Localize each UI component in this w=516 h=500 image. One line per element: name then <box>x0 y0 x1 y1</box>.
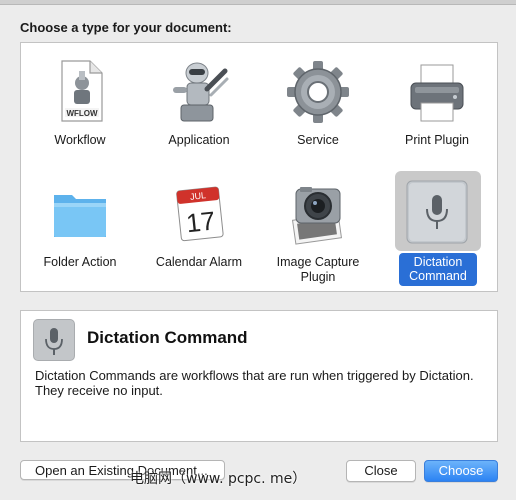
type-label: Application <box>168 133 230 147</box>
type-workflow[interactable]: WFLOW Workflow <box>21 49 139 167</box>
description-text: Dictation Commands are workflows that ar… <box>35 368 474 398</box>
description-title: Dictation Command <box>87 328 248 347</box>
type-folder-action[interactable]: Folder Action <box>21 171 139 289</box>
workflow-document-icon: WFLOW <box>48 59 112 125</box>
camera-icon <box>286 181 350 247</box>
type-application[interactable]: Application <box>140 49 258 167</box>
type-label: Image Capture Plugin <box>276 255 360 284</box>
type-service[interactable]: Service <box>259 49 377 167</box>
description-panel: Dictation Command Dictation Commands are… <box>20 310 498 442</box>
printer-icon <box>405 59 469 125</box>
window-top-edge <box>0 0 516 5</box>
microphone-icon <box>33 319 75 361</box>
folder-icon <box>48 181 112 247</box>
gear-icon <box>286 59 350 125</box>
automator-robot-icon <box>167 59 231 125</box>
type-label: Calendar Alarm <box>155 255 243 269</box>
selected-type-label: Dictation Command <box>399 253 477 286</box>
document-type-grid: WFLOW Workflow Application Service Print… <box>20 42 498 292</box>
type-calendar-alarm[interactable]: JUL 17 Calendar Alarm <box>140 171 258 289</box>
type-label: Workflow <box>54 133 106 147</box>
calendar-icon: JUL 17 <box>167 181 231 247</box>
type-image-capture-plugin[interactable]: Image Capture Plugin <box>259 171 377 289</box>
microphone-icon <box>405 179 469 245</box>
type-label: Print Plugin <box>405 133 469 147</box>
type-print-plugin[interactable]: Print Plugin <box>378 49 496 167</box>
calendar-day: 17 <box>185 205 217 238</box>
close-button[interactable]: Close <box>346 460 416 482</box>
workflow-icon-text: WFLOW <box>66 109 98 118</box>
calendar-month: JUL <box>190 190 207 202</box>
type-label: Service <box>297 133 339 147</box>
type-label: Folder Action <box>43 255 117 269</box>
dialog-prompt: Choose a type for your document: <box>20 20 232 35</box>
choose-button[interactable]: Choose <box>424 460 498 482</box>
watermark-text: 电脑网（www. pcpc. me） <box>130 471 307 487</box>
